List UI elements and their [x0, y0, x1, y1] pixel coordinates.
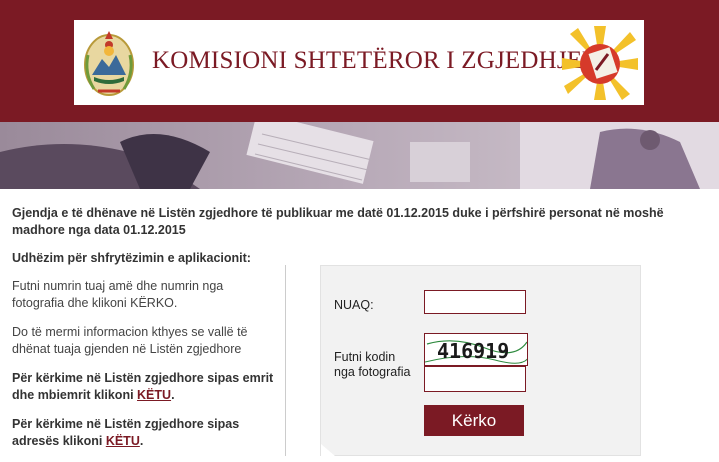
nuaq-label: NUAQ: [334, 298, 374, 312]
code-label-line-1: Futni kodin [334, 350, 396, 364]
search-form: NUAQ: 416919 Futni kodin nga fotografia … [320, 265, 641, 456]
period: . [139, 434, 144, 448]
instructions: Futni numrin tuaj amë dhe numrin nga fot… [12, 278, 277, 462]
captcha-image: 416919 [424, 333, 528, 366]
office-photo-image [0, 122, 719, 189]
captcha-input[interactable] [424, 366, 526, 392]
captcha-icon: 416919 [425, 339, 527, 364]
search-by-name-link[interactable]: KËTU [137, 388, 171, 402]
nuaq-input[interactable] [424, 290, 526, 314]
page-title: KOMISIONI SHTETËROR I ZGJEDHJEVE [152, 47, 617, 74]
search-by-name-text: Për kërkime në Listën zgjedhore sipas em… [12, 370, 277, 404]
code-label-line-2: nga fotografia [334, 365, 411, 379]
panel-corner [321, 444, 335, 456]
period: . [171, 388, 175, 402]
search-by-address-text: Për kërkime në Listën zgjedhore sipas ad… [12, 416, 277, 450]
search-by-address-link[interactable]: KËTU [106, 434, 140, 448]
instructions-title: Udhëzim për shfrytëzimin e aplikacionit: [12, 251, 251, 265]
instruction-step-1: Futni numrin tuaj amë dhe numrin nga fot… [12, 279, 224, 310]
sun-logo-icon [562, 26, 638, 100]
captcha-text: 416919 [437, 339, 509, 363]
search-button[interactable]: Kërko [424, 405, 524, 436]
header-photo [0, 122, 719, 189]
intro-text: Gjendja e të dhënave në Listën zgjedhore… [12, 206, 664, 237]
column-divider [285, 265, 286, 456]
site-header: KOMISIONI SHTETËROR I ZGJEDHJEVE [0, 0, 719, 122]
header-banner: KOMISIONI SHTETËROR I ZGJEDHJEVE [74, 20, 644, 105]
state-emblem-icon [84, 31, 134, 96]
instruction-step-2: Do të mermi informacion kthyes se vallë … [12, 325, 248, 356]
